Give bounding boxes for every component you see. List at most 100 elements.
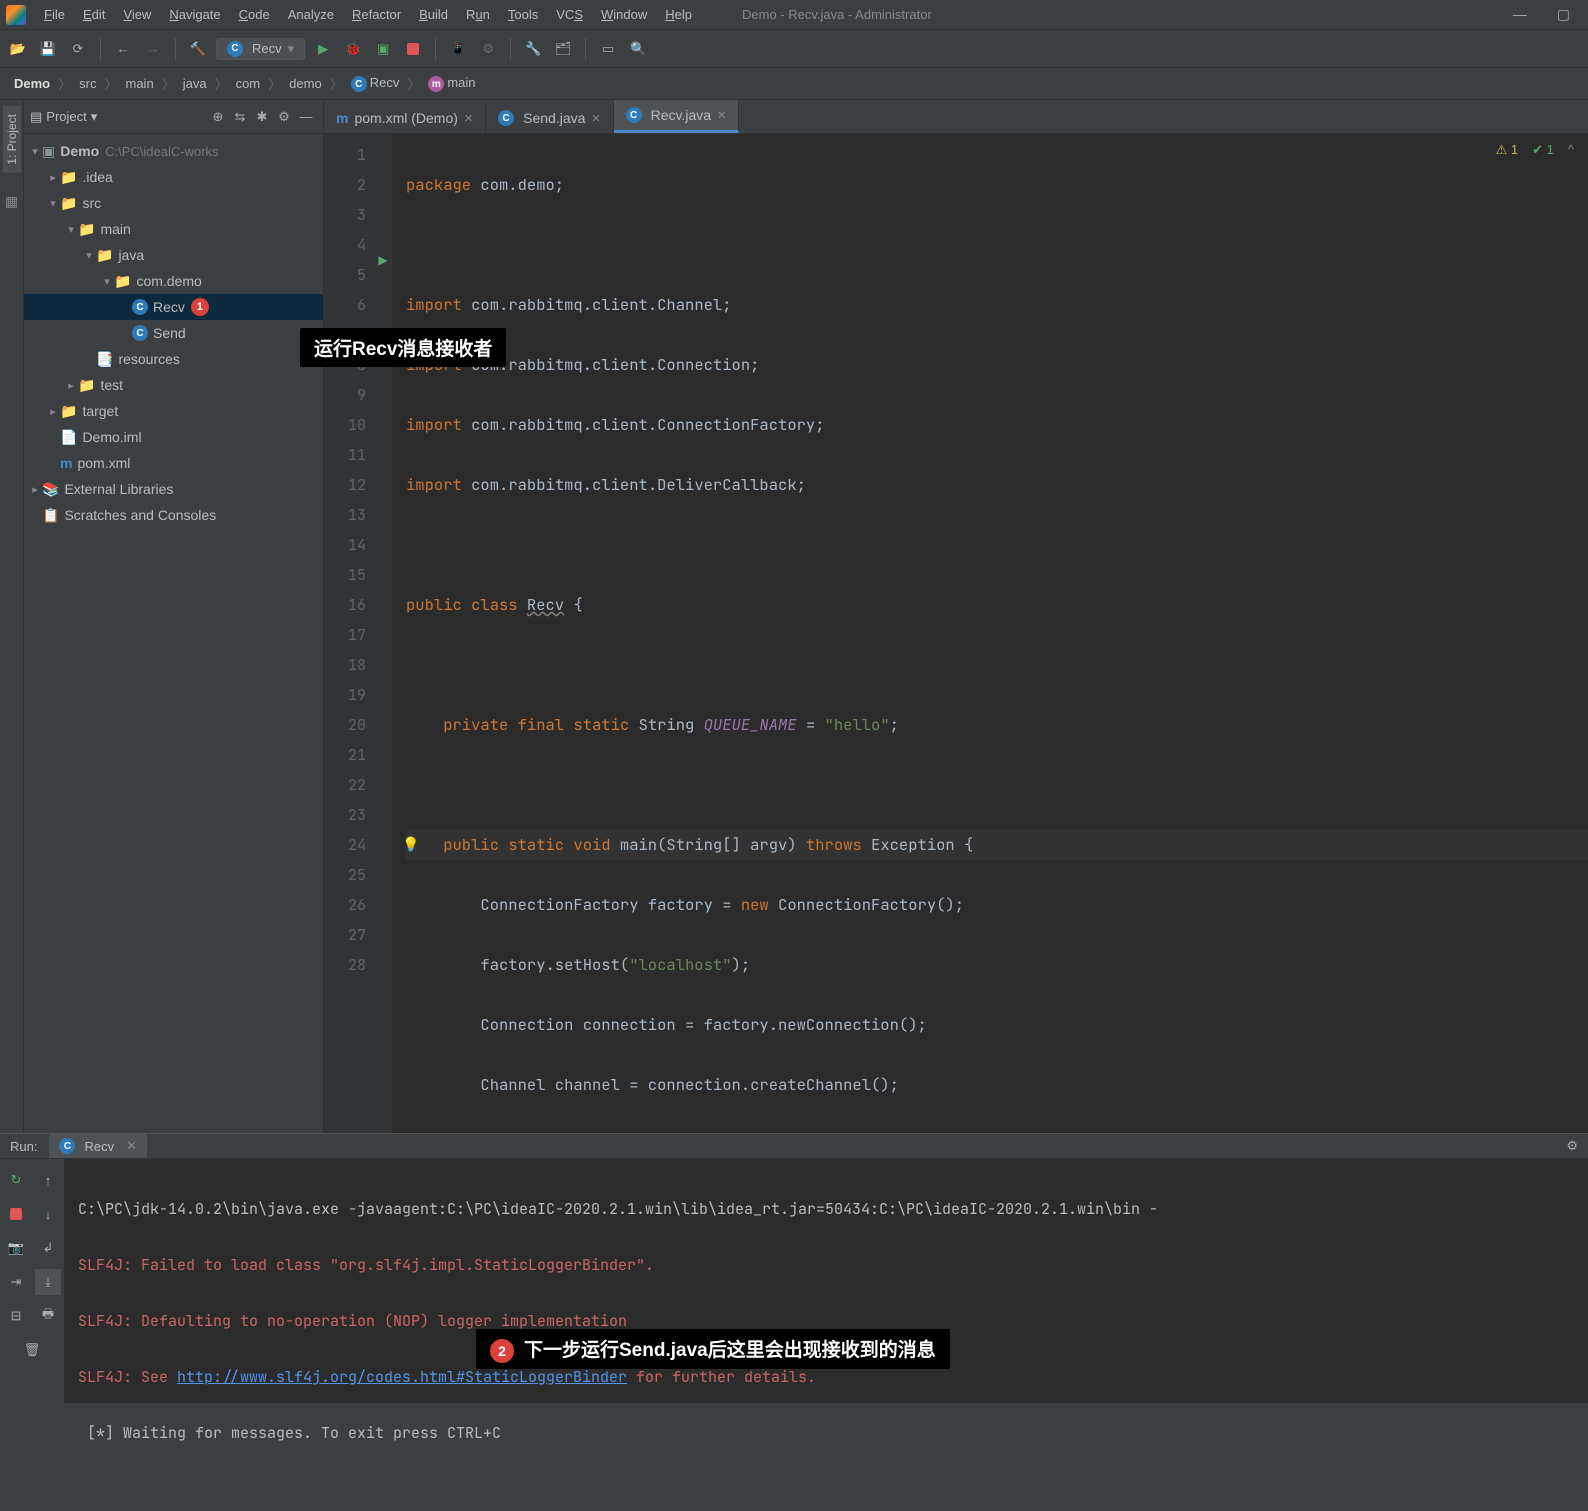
run-gutter-icon[interactable]: ▶ (374, 245, 392, 275)
tree-item[interactable]: ▸📁target (24, 398, 323, 424)
tree-item[interactable]: mpom.xml (24, 450, 323, 476)
class-icon: C (59, 1138, 75, 1154)
menu-code[interactable]: Code (231, 3, 278, 26)
tree-item-recv[interactable]: CRecv1 (24, 294, 323, 320)
hide-icon[interactable]: — (295, 106, 317, 128)
tree-item[interactable]: ▾📁main (24, 216, 323, 242)
menu-edit[interactable]: Edit (75, 3, 113, 26)
menu-file[interactable]: File (36, 3, 73, 26)
breadcrumb-item[interactable]: Demo (10, 76, 54, 91)
app-logo-icon (6, 5, 26, 25)
tree-item[interactable]: ▾📁src (24, 190, 323, 216)
menu-vcs[interactable]: VCS (548, 3, 591, 26)
close-icon[interactable]: ✕ (717, 109, 726, 122)
breadcrumb-item[interactable]: demo (285, 76, 326, 91)
chevron-down-icon: ▾ (91, 109, 98, 125)
run-config-selector[interactable]: C Recv ▾ (216, 38, 305, 60)
run-toolbar-left: ↻ ↑ ↓ 📷 ↲ ⇥ ⤓ ⊟ 🖶 🗑 (0, 1159, 64, 1511)
collapse-icon[interactable]: ✱ (251, 106, 273, 128)
breadcrumb-item[interactable]: CRecv (347, 75, 404, 93)
tree-item[interactable]: ▾📁java (24, 242, 323, 268)
breadcrumb-item[interactable]: mmain (424, 75, 479, 93)
device-icon[interactable]: 📱 (446, 37, 470, 61)
menu-bar: File Edit View Navigate Code Analyze Ref… (0, 0, 1588, 30)
menu-tools[interactable]: Tools (500, 3, 546, 26)
save-icon[interactable]: 💾 (36, 37, 60, 61)
annotation-2: 2下一步运行Send.java后这里会出现接收到的消息 (476, 1329, 950, 1369)
menu-help[interactable]: Help (657, 3, 700, 26)
menu-refactor[interactable]: Refactor (344, 3, 409, 26)
gear-icon[interactable]: ⚙ (1566, 1138, 1578, 1154)
wrap-icon[interactable]: ↲ (35, 1235, 61, 1261)
editor-tab[interactable]: mpom.xml (Demo)✕ (324, 103, 486, 133)
wrench-icon[interactable]: 🔧 (521, 37, 545, 61)
close-icon[interactable]: ✕ (126, 1138, 137, 1154)
run-tab[interactable]: C Recv ✕ (49, 1134, 147, 1158)
run-icon[interactable]: ▶ (311, 37, 335, 61)
attach-icon[interactable]: ⚙ (476, 37, 500, 61)
build-icon[interactable]: 🔨 (186, 37, 210, 61)
debug-icon[interactable]: 🐞 (341, 37, 365, 61)
camera-icon[interactable]: 📷 (3, 1235, 29, 1261)
menu-run[interactable]: Run (458, 3, 498, 26)
menu-view[interactable]: View (115, 3, 159, 26)
breadcrumb-item[interactable]: java (179, 76, 211, 91)
menu-window[interactable]: Window (593, 3, 655, 26)
coverage-icon[interactable]: ▣ (371, 37, 395, 61)
exit-icon[interactable]: ⇥ (3, 1269, 29, 1295)
sidebar-tab-project[interactable]: 1: Project (3, 106, 21, 173)
tree-item[interactable]: ▸📁test (24, 372, 323, 398)
tree-root[interactable]: ▾▣DemoC:\PC\idealC-works (24, 138, 323, 164)
project-view-selector[interactable]: ▤ Project ▾ (30, 109, 97, 125)
menu-navigate[interactable]: Navigate (161, 3, 228, 26)
run-label: Run: (10, 1139, 37, 1154)
tree-item[interactable]: ▸📁.idea (24, 164, 323, 190)
class-icon: C (132, 325, 148, 341)
search-icon[interactable]: 🔍 (626, 37, 650, 61)
project-structure-icon[interactable]: 🗂 (551, 37, 575, 61)
menu-analyze[interactable]: Analyze (280, 3, 342, 26)
annotation-badge-1: 1 (191, 298, 209, 316)
tree-item-send[interactable]: CSend (24, 320, 323, 346)
trash-icon[interactable]: 🗑 (19, 1337, 45, 1363)
sync-icon[interactable]: ⟳ (66, 37, 90, 61)
run-config-label: Recv (252, 41, 282, 56)
tree-item[interactable]: 📄Demo.iml (24, 424, 323, 450)
stop-icon[interactable] (3, 1201, 29, 1227)
tree-item[interactable]: ▸📚External Libraries (24, 476, 323, 502)
editor-tab[interactable]: CRecv.java✕ (614, 100, 740, 133)
breadcrumb-item[interactable]: main (122, 76, 158, 91)
close-icon[interactable]: ✕ (464, 112, 473, 125)
back-icon[interactable]: ← (111, 37, 135, 61)
gear-icon[interactable]: ⚙ (273, 106, 295, 128)
forward-icon[interactable]: → (141, 37, 165, 61)
editor-tab[interactable]: CSend.java✕ (486, 103, 614, 133)
down-icon[interactable]: ↓ (35, 1201, 61, 1227)
annotation-1: 运行Recv消息接收者 (300, 328, 506, 367)
console-link[interactable]: http://www.slf4j.org/codes.html#StaticLo… (177, 1367, 627, 1387)
print-icon[interactable]: 🖶 (35, 1303, 61, 1329)
layout-icon[interactable]: ⊟ (3, 1303, 29, 1329)
run-header: Run: C Recv ✕ ⚙ (0, 1134, 1588, 1159)
menu-build[interactable]: Build (411, 3, 456, 26)
scroll-icon[interactable]: ⤓ (35, 1269, 61, 1295)
stop-icon[interactable] (401, 37, 425, 61)
screen-icon[interactable]: ▭ (596, 37, 620, 61)
rerun-icon[interactable]: ↻ (3, 1167, 29, 1193)
bulb-icon[interactable]: 💡 (402, 830, 419, 860)
locate-icon[interactable]: ⊕ (207, 106, 229, 128)
project-tree: ▾▣DemoC:\PC\idealC-works ▸📁.idea ▾📁src ▾… (24, 134, 323, 532)
minimize-icon[interactable]: — (1513, 6, 1527, 23)
class-icon: C (227, 41, 243, 57)
up-icon[interactable]: ↑ (35, 1167, 61, 1193)
breadcrumb-item[interactable]: src (75, 76, 100, 91)
expand-icon[interactable]: ⇆ (229, 106, 251, 128)
folder-icon[interactable]: ▦ (5, 193, 18, 210)
breadcrumb-item[interactable]: com (232, 76, 265, 91)
open-icon[interactable]: 📂 (6, 37, 30, 61)
maximize-icon[interactable]: ▢ (1557, 6, 1570, 23)
tree-item[interactable]: 📋Scratches and Consoles (24, 502, 323, 528)
close-icon[interactable]: ✕ (591, 112, 600, 125)
tree-item[interactable]: 📑resources (24, 346, 323, 372)
tree-item[interactable]: ▾📁com.demo (24, 268, 323, 294)
